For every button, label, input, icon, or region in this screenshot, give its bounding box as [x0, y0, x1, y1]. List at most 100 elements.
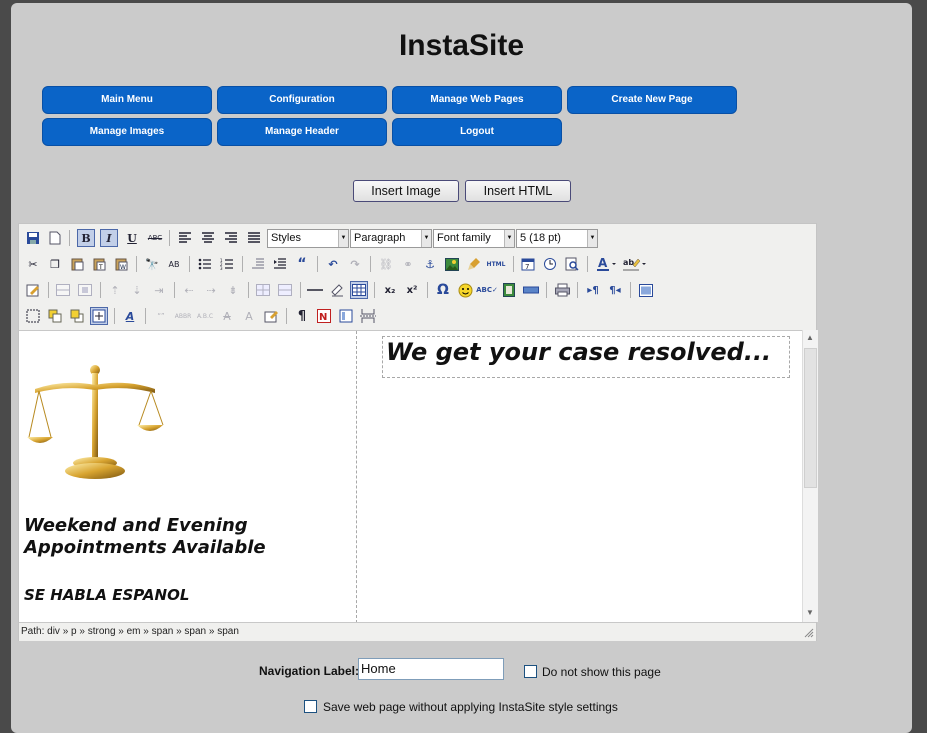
- delete-col-icon[interactable]: ⇟: [224, 281, 242, 299]
- cell-props-icon[interactable]: [76, 281, 94, 299]
- manage-header-button[interactable]: Manage Header: [217, 118, 387, 146]
- editor-content-area[interactable]: Weekend and Evening Appointments Availab…: [19, 330, 802, 622]
- paste-text-icon[interactable]: T: [90, 255, 108, 273]
- horizontal-rule-icon[interactable]: [306, 281, 324, 299]
- scroll-up-icon[interactable]: ▲: [806, 333, 814, 342]
- cut-icon[interactable]: ✂: [24, 255, 42, 273]
- undo-icon[interactable]: ↶: [324, 255, 342, 273]
- resize-grip-icon[interactable]: [804, 627, 814, 638]
- align-right-icon[interactable]: [222, 229, 240, 247]
- font-family-select-value: Font family: [437, 232, 491, 244]
- insert-time-icon[interactable]: [541, 255, 559, 273]
- toolbar-row-2: ✂ ❐ T W 🔭 AB 123 “ ↶ ↷ ⛓ ⚭ ⚓ HTML 7 A ab: [22, 253, 812, 275]
- fullscreen-icon[interactable]: [637, 281, 655, 299]
- insert-html-button[interactable]: Insert HTML: [465, 180, 571, 202]
- attributes-icon[interactable]: [262, 307, 280, 325]
- no-style-checkbox[interactable]: [304, 700, 317, 713]
- visual-aid-icon[interactable]: [24, 281, 42, 299]
- numbered-list-icon[interactable]: 123: [218, 255, 236, 273]
- styles-select[interactable]: Styles ▼: [267, 229, 349, 248]
- paste-icon[interactable]: [68, 255, 86, 273]
- merge-cells-icon[interactable]: [276, 281, 294, 299]
- del-icon[interactable]: A: [218, 307, 236, 325]
- unlink-icon[interactable]: ⚭: [399, 255, 417, 273]
- redo-icon[interactable]: ↷: [346, 255, 364, 273]
- insert-col-after-icon[interactable]: ⇢: [202, 281, 220, 299]
- insert-row-after-icon[interactable]: ⇣: [128, 281, 146, 299]
- align-justify-icon[interactable]: [245, 229, 263, 247]
- main-menu-button[interactable]: Main Menu: [42, 86, 212, 114]
- absolute-position-icon[interactable]: [90, 307, 108, 325]
- bold-button[interactable]: B: [77, 229, 95, 247]
- subscript-icon[interactable]: x₂: [381, 281, 399, 299]
- strikethrough-button[interactable]: ABC: [146, 229, 164, 247]
- print-icon[interactable]: [553, 281, 571, 299]
- blockquote-icon[interactable]: “: [293, 255, 311, 273]
- split-cells-icon[interactable]: [254, 281, 272, 299]
- superscript-icon[interactable]: x²: [403, 281, 421, 299]
- paste-word-icon[interactable]: W: [112, 255, 130, 273]
- font-size-select[interactable]: 5 (18 pt) ▼: [516, 229, 598, 248]
- save-icon[interactable]: [24, 229, 42, 247]
- emoticon-icon[interactable]: [456, 281, 474, 299]
- outdent-icon[interactable]: [249, 255, 267, 273]
- hide-page-checkbox[interactable]: [524, 665, 537, 678]
- scroll-down-icon[interactable]: ▼: [806, 608, 814, 617]
- new-document-icon[interactable]: [46, 229, 64, 247]
- manage-images-button[interactable]: Manage Images: [42, 118, 212, 146]
- media-icon[interactable]: [500, 281, 518, 299]
- navigation-label-input[interactable]: Home: [358, 658, 504, 680]
- html-source-icon[interactable]: HTML: [487, 255, 506, 273]
- bullet-list-icon[interactable]: [196, 255, 214, 273]
- align-center-icon[interactable]: [199, 229, 217, 247]
- insert-col-before-icon[interactable]: ⇠: [180, 281, 198, 299]
- move-forward-icon[interactable]: [46, 307, 64, 325]
- highlight-color-icon[interactable]: ab: [622, 255, 648, 273]
- manage-web-pages-button[interactable]: Manage Web Pages: [392, 86, 562, 114]
- spellcheck-icon[interactable]: ABC✓: [476, 281, 498, 299]
- copy-icon[interactable]: ❐: [46, 255, 64, 273]
- align-left-icon[interactable]: [176, 229, 194, 247]
- row-props-icon[interactable]: [54, 281, 72, 299]
- scrollbar-thumb[interactable]: [804, 348, 817, 488]
- move-backward-icon[interactable]: [68, 307, 86, 325]
- chevron-down-icon: ▼: [587, 230, 597, 247]
- text-color-icon[interactable]: A: [596, 255, 618, 273]
- underline-button[interactable]: U: [123, 229, 141, 247]
- preview-icon[interactable]: [563, 255, 581, 273]
- pagebreak-icon[interactable]: [522, 281, 540, 299]
- cite-icon[interactable]: “”: [152, 307, 170, 325]
- rtl-icon[interactable]: ¶◂: [606, 281, 624, 299]
- ins-icon[interactable]: A: [240, 307, 258, 325]
- italic-button[interactable]: I: [100, 229, 118, 247]
- indent-icon[interactable]: [271, 255, 289, 273]
- special-char-icon[interactable]: Ω: [434, 281, 452, 299]
- insert-image-button[interactable]: Insert Image: [353, 180, 459, 202]
- image-icon[interactable]: [443, 255, 461, 273]
- insert-table-icon[interactable]: [350, 281, 368, 299]
- anchor-icon[interactable]: ⚓: [421, 255, 439, 273]
- find-icon[interactable]: 🔭: [143, 255, 161, 273]
- visual-chars-icon[interactable]: ¶: [293, 307, 311, 325]
- delete-row-icon[interactable]: ⇥: [150, 281, 168, 299]
- cleanup-icon[interactable]: [465, 255, 483, 273]
- remove-format-icon[interactable]: [328, 281, 346, 299]
- insert-row-before-icon[interactable]: ⇡: [106, 281, 124, 299]
- insert-layer-icon[interactable]: [24, 307, 42, 325]
- page-break-icon[interactable]: [359, 307, 377, 325]
- replace-icon[interactable]: AB: [165, 255, 183, 273]
- editor-scrollbar[interactable]: ▲ ▼: [802, 330, 818, 622]
- configuration-button[interactable]: Configuration: [217, 86, 387, 114]
- link-icon[interactable]: ⛓: [377, 255, 395, 273]
- ltr-icon[interactable]: ▸¶: [584, 281, 602, 299]
- font-family-select[interactable]: Font family ▼: [433, 229, 515, 248]
- create-new-page-button[interactable]: Create New Page: [567, 86, 737, 114]
- abbr-icon[interactable]: ABBR: [174, 307, 192, 325]
- logout-button[interactable]: Logout: [392, 118, 562, 146]
- style-props-icon[interactable]: A: [121, 307, 139, 325]
- format-select[interactable]: Paragraph ▼: [350, 229, 432, 248]
- insert-date-icon[interactable]: 7: [519, 255, 537, 273]
- acronym-icon[interactable]: A.B.C: [196, 307, 214, 325]
- nonbreaking-icon[interactable]: N: [315, 307, 333, 325]
- template-icon[interactable]: [337, 307, 355, 325]
